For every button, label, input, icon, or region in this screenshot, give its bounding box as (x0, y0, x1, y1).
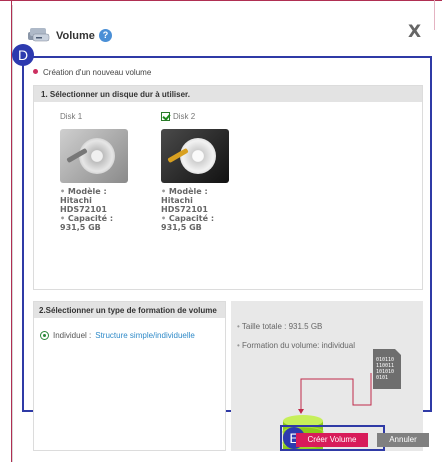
volume-type-panel: 2.Sélectionner un type de formation de v… (33, 301, 226, 451)
model-line-1: Hitachi (60, 196, 92, 205)
volume-type-header: 2.Sélectionner un type de formation de v… (34, 302, 225, 318)
binary-line: 0101 (376, 375, 388, 381)
total-size-text: Taille totale : 931.5 GB (237, 322, 323, 331)
volume-dialog: Volume ? X D Création d'un nouveau volum… (12, 5, 434, 462)
disk-label: Disk 1 (60, 109, 140, 123)
volume-type-option[interactable]: Individuel : Structure simple/individuel… (40, 331, 195, 340)
model-line-1: Hitachi (161, 196, 193, 205)
dialog-title: Volume (56, 30, 95, 42)
capacity-label: Capacité : (161, 214, 241, 223)
formation-text: Formation du volume: individual (237, 341, 355, 350)
cancel-button[interactable]: Annuler (377, 433, 429, 447)
disk-label: Disk 2 (161, 109, 241, 123)
model-line-2: HDS72101 (60, 205, 107, 214)
capacity-value: 931,5 GB (161, 223, 202, 232)
disk-spec: Modèle : Hitachi HDS72101 Capacité : 931… (60, 187, 140, 232)
hard-disk-icon[interactable] (60, 129, 128, 183)
platter-shape (180, 138, 216, 174)
disk-card-2[interactable]: Disk 2 Modèle : Hitachi HDS72101 Capacit… (161, 109, 241, 232)
annotation-badge-d: D (12, 44, 34, 66)
help-icon[interactable]: ? (99, 29, 112, 42)
section-title: Création d'un nouveau volume (33, 68, 151, 77)
model-line-2: HDS72101 (161, 205, 208, 214)
model-label: Modèle : (161, 187, 241, 196)
disk-spec: Modèle : Hitachi HDS72101 Capacité : 931… (161, 187, 241, 232)
option-prefix: Individuel : (53, 331, 92, 340)
title-bar: Volume ? X (13, 5, 435, 43)
capacity-label: Capacité : (60, 214, 140, 223)
disk-card-1[interactable]: Disk 1 Modèle : Hitachi HDS72101 Capacit… (60, 109, 140, 232)
disk-selection-header: 1. Sélectionner un disque dur à utiliser… (34, 86, 422, 102)
close-icon[interactable]: X (408, 22, 421, 42)
platter-shape (79, 138, 115, 174)
disk-checkbox[interactable] (161, 111, 170, 121)
disk-stack-icon (28, 28, 50, 42)
section-title-text: Création d'un nouveau volume (43, 68, 152, 77)
top-accent-line (0, 0, 442, 1)
option-link[interactable]: Structure simple/individuelle (95, 331, 195, 340)
hard-disk-icon[interactable] (161, 129, 229, 183)
bullet-icon (33, 69, 38, 74)
disk-name: Disk 1 (60, 111, 83, 121)
disk-name: Disk 2 (173, 111, 196, 121)
create-volume-button[interactable]: Créer Volume (296, 433, 368, 447)
radio-selected-icon[interactable] (40, 331, 49, 340)
capacity-value: 931,5 GB (60, 223, 101, 232)
disk-selection-panel: 1. Sélectionner un disque dur à utiliser… (33, 85, 423, 290)
content-annotation-frame: D Création d'un nouveau volume 1. Sélect… (12, 44, 432, 451)
model-label: Modèle : (60, 187, 140, 196)
